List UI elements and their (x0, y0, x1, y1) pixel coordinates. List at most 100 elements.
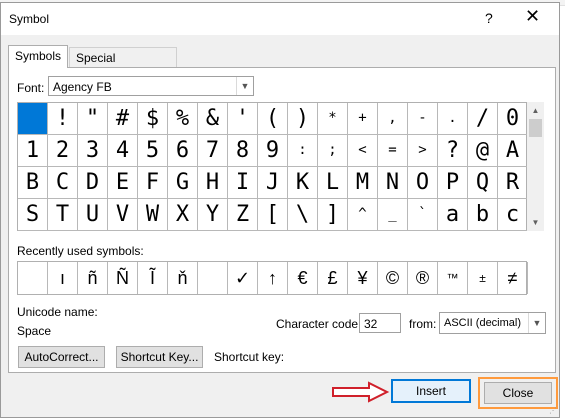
symbol-cell[interactable]: D (78, 167, 108, 199)
symbol-cell[interactable]: ! (48, 103, 78, 135)
symbol-cell[interactable]: N (378, 167, 408, 199)
symbol-cell[interactable]: # (108, 103, 138, 135)
symbol-cell[interactable]: R (498, 167, 528, 199)
symbol-cell[interactable]: U (78, 199, 108, 231)
recent-symbol-cell[interactable]: © (378, 262, 408, 294)
recent-symbol-cell[interactable]: £ (318, 262, 348, 294)
symbol-cell[interactable]: \ (288, 199, 318, 231)
symbol-cell[interactable]: & (198, 103, 228, 135)
chevron-down-icon[interactable]: ▼ (528, 313, 545, 333)
autocorrect-button[interactable]: AutoCorrect... (18, 346, 105, 368)
recent-symbol-cell[interactable]: ® (408, 262, 438, 294)
recent-symbol-cell[interactable]: Ĩ (138, 262, 168, 294)
symbol-cell[interactable]: 3 (78, 135, 108, 167)
symbol-cell[interactable]: ^ (348, 199, 378, 231)
symbol-cell[interactable]: c (498, 199, 528, 231)
symbol-cell[interactable]: J (258, 167, 288, 199)
scroll-up-icon[interactable]: ▲ (527, 102, 544, 119)
symbol-cell[interactable]: ] (318, 199, 348, 231)
symbol-cell[interactable]: M (348, 167, 378, 199)
chevron-down-icon[interactable]: ▼ (236, 77, 253, 95)
symbol-cell[interactable]: ` (408, 199, 438, 231)
symbol-cell[interactable]: 2 (48, 135, 78, 167)
recent-symbol-cell[interactable]: ↑ (258, 262, 288, 294)
symbol-cell[interactable]: 7 (198, 135, 228, 167)
symbol-grid-scrollbar[interactable]: ▲ ▼ (527, 102, 544, 231)
symbol-cell[interactable]: ? (438, 135, 468, 167)
symbol-cell[interactable]: " (78, 103, 108, 135)
symbol-cell[interactable]: O (408, 167, 438, 199)
symbol-cell[interactable]: Z (228, 199, 258, 231)
symbol-cell[interactable]: = (378, 135, 408, 167)
character-code-input[interactable]: 32 (359, 313, 401, 333)
symbol-cell[interactable]: ' (228, 103, 258, 135)
symbol-cell[interactable] (18, 103, 48, 135)
help-button[interactable]: ? (485, 10, 493, 26)
recent-symbol-cell[interactable]: ≠ (498, 262, 528, 294)
symbol-cell[interactable]: Q (468, 167, 498, 199)
recent-symbol-cell[interactable]: Ñ (108, 262, 138, 294)
symbol-cell[interactable]: K (288, 167, 318, 199)
symbol-cell[interactable]: L (318, 167, 348, 199)
recent-symbol-cell[interactable]: ñ (78, 262, 108, 294)
symbol-cell[interactable]: b (468, 199, 498, 231)
symbol-cell[interactable]: 9 (258, 135, 288, 167)
close-button[interactable]: Close (484, 382, 552, 404)
symbol-cell[interactable]: < (348, 135, 378, 167)
symbol-cell[interactable]: 6 (168, 135, 198, 167)
symbol-cell[interactable]: A (498, 135, 528, 167)
symbol-cell[interactable]: ( (258, 103, 288, 135)
recent-symbol-cell[interactable]: ň (168, 262, 198, 294)
symbol-cell[interactable]: V (108, 199, 138, 231)
symbol-cell[interactable]: H (198, 167, 228, 199)
symbol-cell[interactable]: / (468, 103, 498, 135)
symbol-cell[interactable]: : (288, 135, 318, 167)
recent-symbol-cell[interactable]: ± (468, 262, 498, 294)
symbol-cell[interactable]: . (438, 103, 468, 135)
symbol-cell[interactable]: X (168, 199, 198, 231)
symbol-cell[interactable]: G (168, 167, 198, 199)
scroll-thumb[interactable] (529, 119, 542, 137)
recent-symbol-cell[interactable] (18, 262, 48, 294)
symbol-cell[interactable]: ; (318, 135, 348, 167)
symbol-cell[interactable]: T (48, 199, 78, 231)
symbol-cell[interactable]: , (378, 103, 408, 135)
symbol-cell[interactable]: > (408, 135, 438, 167)
symbol-cell[interactable]: - (408, 103, 438, 135)
recent-symbol-cell[interactable]: ™ (438, 262, 468, 294)
symbol-cell[interactable]: P (438, 167, 468, 199)
from-dropdown[interactable]: ASCII (decimal) ▼ (439, 312, 546, 334)
symbol-cell[interactable]: @ (468, 135, 498, 167)
symbol-cell[interactable]: 1 (18, 135, 48, 167)
font-dropdown[interactable]: Agency FB ▼ (48, 76, 254, 96)
symbol-cell[interactable]: Y (198, 199, 228, 231)
symbol-cell[interactable]: * (318, 103, 348, 135)
symbol-cell[interactable]: I (228, 167, 258, 199)
symbol-cell[interactable]: % (168, 103, 198, 135)
recent-symbol-cell[interactable]: ✓ (228, 262, 258, 294)
tab-symbols[interactable]: Symbols (8, 45, 68, 68)
symbol-cell[interactable]: + (348, 103, 378, 135)
symbol-cell[interactable]: ) (288, 103, 318, 135)
symbol-cell[interactable]: a (438, 199, 468, 231)
insert-button[interactable]: Insert (391, 379, 471, 403)
resize-grip-icon[interactable]: ⋰ (549, 406, 557, 415)
symbol-cell[interactable]: C (48, 167, 78, 199)
symbol-cell[interactable]: E (108, 167, 138, 199)
symbol-cell[interactable]: 5 (138, 135, 168, 167)
symbol-cell[interactable]: 8 (228, 135, 258, 167)
symbol-cell[interactable]: F (138, 167, 168, 199)
symbol-cell[interactable]: B (18, 167, 48, 199)
symbol-cell[interactable]: 4 (108, 135, 138, 167)
close-icon[interactable]: ✕ (525, 6, 540, 27)
recent-symbol-cell[interactable] (198, 262, 228, 294)
symbol-cell[interactable]: _ (378, 199, 408, 231)
symbol-cell[interactable]: [ (258, 199, 288, 231)
shortcut-key-button[interactable]: Shortcut Key... (116, 346, 203, 368)
scroll-down-icon[interactable]: ▼ (527, 214, 544, 231)
recent-symbol-cell[interactable]: € (288, 262, 318, 294)
recent-symbol-cell[interactable]: ¥ (348, 262, 378, 294)
symbol-cell[interactable]: S (18, 199, 48, 231)
symbol-cell[interactable]: W (138, 199, 168, 231)
symbol-cell[interactable]: 0 (498, 103, 528, 135)
